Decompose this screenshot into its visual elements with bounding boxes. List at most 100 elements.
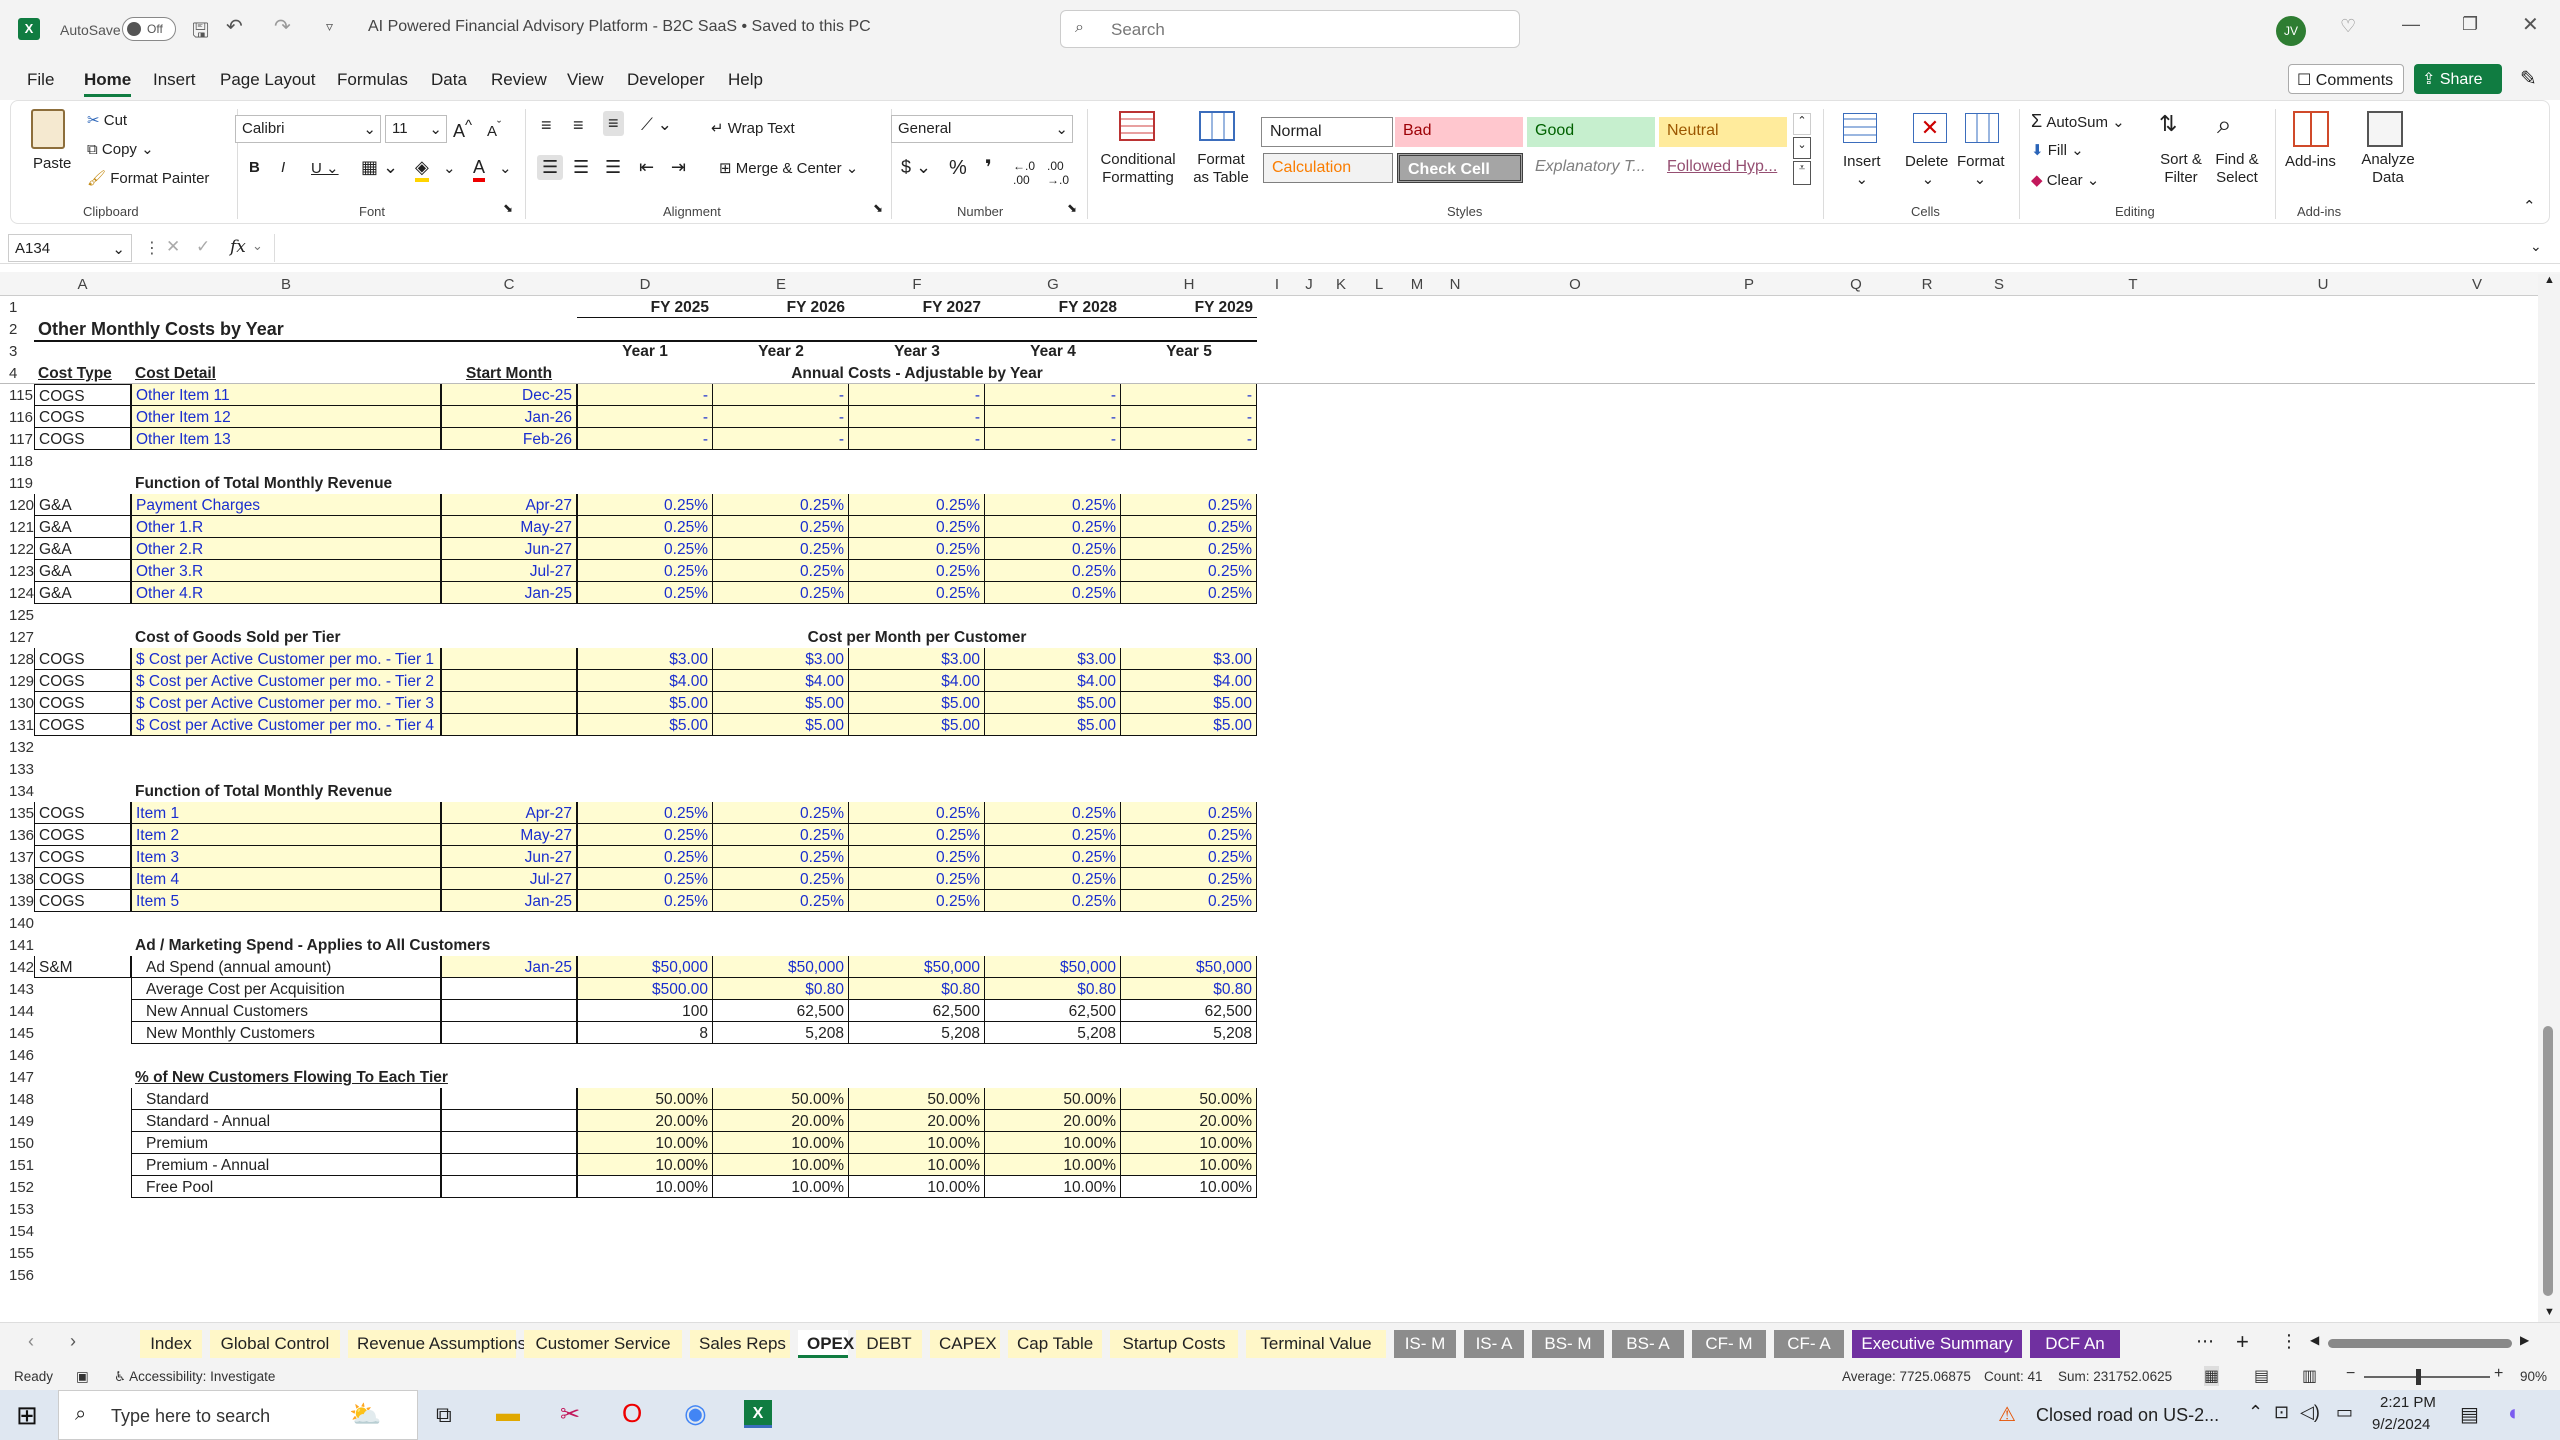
start-month-cell[interactable]	[441, 1088, 577, 1110]
start-month-cell[interactable]	[441, 670, 577, 692]
vertical-scrollbar[interactable]: ▲ ▼	[2538, 274, 2560, 1322]
year-value-cell[interactable]: $3.00	[713, 648, 849, 670]
styles-scroll-up-icon[interactable]: ⌃	[1793, 113, 1811, 135]
start-month-cell[interactable]	[441, 1154, 577, 1176]
year-value-cell[interactable]: $5.00	[849, 692, 985, 714]
year-value-cell[interactable]: $5.00	[1121, 714, 1257, 736]
year-value-cell[interactable]: 0.25%	[985, 582, 1121, 604]
year-value-cell[interactable]: 0.25%	[849, 494, 985, 516]
year-value-cell[interactable]: $0.80	[713, 978, 849, 1000]
start-month-cell[interactable]: Jan-25	[441, 890, 577, 912]
sheet-tab[interactable]: CF- A	[1774, 1330, 1844, 1358]
year-value-cell[interactable]: 0.25%	[1121, 802, 1257, 824]
year-value-cell[interactable]: 0.25%	[1121, 868, 1257, 890]
snipping-tool-icon[interactable]: ✂	[560, 1400, 580, 1429]
close-icon[interactable]: ✕	[2522, 12, 2539, 37]
alignment-dialog-launcher-icon[interactable]: ⬊	[873, 201, 883, 215]
year-header[interactable]: FY 2029	[1121, 296, 1257, 318]
year-value-cell[interactable]: 20.00%	[1121, 1110, 1257, 1132]
year-value-cell[interactable]: 10.00%	[1121, 1132, 1257, 1154]
task-view-icon[interactable]: ⧉	[436, 1402, 452, 1428]
row-number[interactable]: 154	[0, 1223, 34, 1240]
format-cells-icon[interactable]	[1965, 113, 1999, 143]
year-value-cell[interactable]: 20.00%	[713, 1110, 849, 1132]
year-value-cell[interactable]: 0.25%	[577, 582, 713, 604]
col-header-N[interactable]: N	[1437, 276, 1473, 293]
taskbar-search[interactable]: ⌕ Type here to search ⛅	[58, 1390, 418, 1440]
scroll-down-icon[interactable]: ▼	[2544, 1306, 2555, 1318]
empty-cell[interactable]	[34, 1176, 131, 1198]
year-value-cell[interactable]: 0.25%	[985, 802, 1121, 824]
col-header-G[interactable]: G	[985, 276, 1121, 293]
cost-detail-cell[interactable]: Other Item 12	[131, 406, 441, 428]
increase-decimal-icon[interactable]: ←.0.00	[1013, 159, 1035, 187]
increase-font-icon[interactable]: A^	[453, 117, 472, 142]
start-month-cell[interactable]	[441, 1132, 577, 1154]
menu-home[interactable]: Home	[84, 70, 132, 97]
section-header[interactable]: Ad / Marketing Spend - Applies to All Cu…	[131, 934, 577, 956]
clear-button[interactable]: ◆ Clear ⌄	[2031, 171, 2099, 189]
insert-function-icon[interactable]: fx	[230, 237, 246, 257]
cost-detail-cell[interactable]: Other 2.R	[131, 538, 441, 560]
cost-type-header[interactable]: Cost Type	[34, 362, 131, 384]
cost-type-cell[interactable]: COGS	[34, 406, 131, 428]
cost-type-cell[interactable]: COGS	[34, 868, 131, 890]
cost-type-cell[interactable]: COGS	[34, 890, 131, 912]
tray-volume-icon[interactable]: ◁)	[2300, 1402, 2320, 1423]
page-layout-view-icon[interactable]: ▤	[2254, 1366, 2269, 1386]
cost-detail-cell[interactable]: Item 5	[131, 890, 441, 912]
year-value-cell[interactable]: 5,208	[849, 1022, 985, 1044]
start-month-cell[interactable]	[441, 648, 577, 670]
cost-detail-cell[interactable]: Standard - Annual	[131, 1110, 441, 1132]
year-value-cell[interactable]: 0.25%	[1121, 890, 1257, 912]
year-value-cell[interactable]: $3.00	[1121, 648, 1257, 670]
year-header[interactable]: FY 2027	[849, 296, 985, 318]
style-explanatory[interactable]: Explanatory T...	[1527, 153, 1655, 183]
year-value-cell[interactable]: 10.00%	[1121, 1154, 1257, 1176]
tray-network-icon[interactable]: ⊡	[2274, 1402, 2289, 1423]
menu-view[interactable]: View	[567, 70, 604, 90]
cost-type-cell[interactable]: S&M	[34, 956, 131, 978]
zoom-out-icon[interactable]: −	[2346, 1365, 2355, 1383]
row-number[interactable]: 130	[0, 695, 34, 712]
year-value-cell[interactable]: 8	[577, 1022, 713, 1044]
cost-type-cell[interactable]: COGS	[34, 428, 131, 450]
year-value-cell[interactable]: 50.00%	[849, 1088, 985, 1110]
col-header-Q[interactable]: Q	[1821, 276, 1891, 293]
fill-color-dropdown[interactable]: ⌄	[443, 159, 456, 177]
year-value-cell[interactable]: $0.80	[1121, 978, 1257, 1000]
year-value-cell[interactable]: $50,000	[1121, 956, 1257, 978]
year-value-cell[interactable]: $5.00	[577, 714, 713, 736]
scroll-up-icon[interactable]: ▲	[2544, 274, 2555, 286]
font-color-dropdown[interactable]: ⌄	[499, 159, 512, 177]
customize-toolbar-icon[interactable]: ▿	[326, 18, 333, 35]
sheet-title[interactable]: Other Monthly Costs by Year	[34, 318, 1257, 342]
col-header-B[interactable]: B	[131, 276, 441, 293]
windows-start-icon[interactable]: ⊞	[16, 1400, 38, 1431]
menu-formulas[interactable]: Formulas	[337, 70, 408, 90]
horizontal-scroll-thumb[interactable]	[2328, 1339, 2512, 1348]
sheet-tab[interactable]: CAPEX	[930, 1330, 1000, 1358]
year-value-cell[interactable]: -	[985, 428, 1121, 450]
more-icon[interactable]: ⋮	[144, 238, 160, 258]
row-number[interactable]: 156	[0, 1267, 34, 1284]
year-value-cell[interactable]: 0.25%	[849, 516, 985, 538]
year-value-cell[interactable]: -	[1121, 384, 1257, 406]
addins-icon[interactable]	[2293, 111, 2329, 147]
format-painter-button[interactable]: 🖌 Format Painter	[87, 169, 209, 187]
bold-button[interactable]: B	[249, 159, 260, 176]
col-header-D[interactable]: D	[577, 276, 713, 293]
cost-detail-cell[interactable]: Payment Charges	[131, 494, 441, 516]
year-value-cell[interactable]: 20.00%	[577, 1110, 713, 1132]
row-number[interactable]: 144	[0, 1003, 34, 1020]
align-bottom-icon[interactable]: ≡	[603, 111, 624, 136]
decrease-font-icon[interactable]: Aˇ	[487, 119, 501, 140]
file-explorer-icon[interactable]: ▬	[496, 1400, 520, 1428]
start-month-cell[interactable]	[441, 1176, 577, 1198]
styles-more-icon[interactable]: ⩡	[1793, 161, 1811, 185]
zoom-level[interactable]: 90%	[2520, 1369, 2547, 1384]
row-number[interactable]: 124	[0, 585, 34, 602]
style-good[interactable]: Good	[1527, 117, 1655, 147]
year-value-cell[interactable]: 50.00%	[1121, 1088, 1257, 1110]
row-number[interactable]: 128	[0, 651, 34, 668]
